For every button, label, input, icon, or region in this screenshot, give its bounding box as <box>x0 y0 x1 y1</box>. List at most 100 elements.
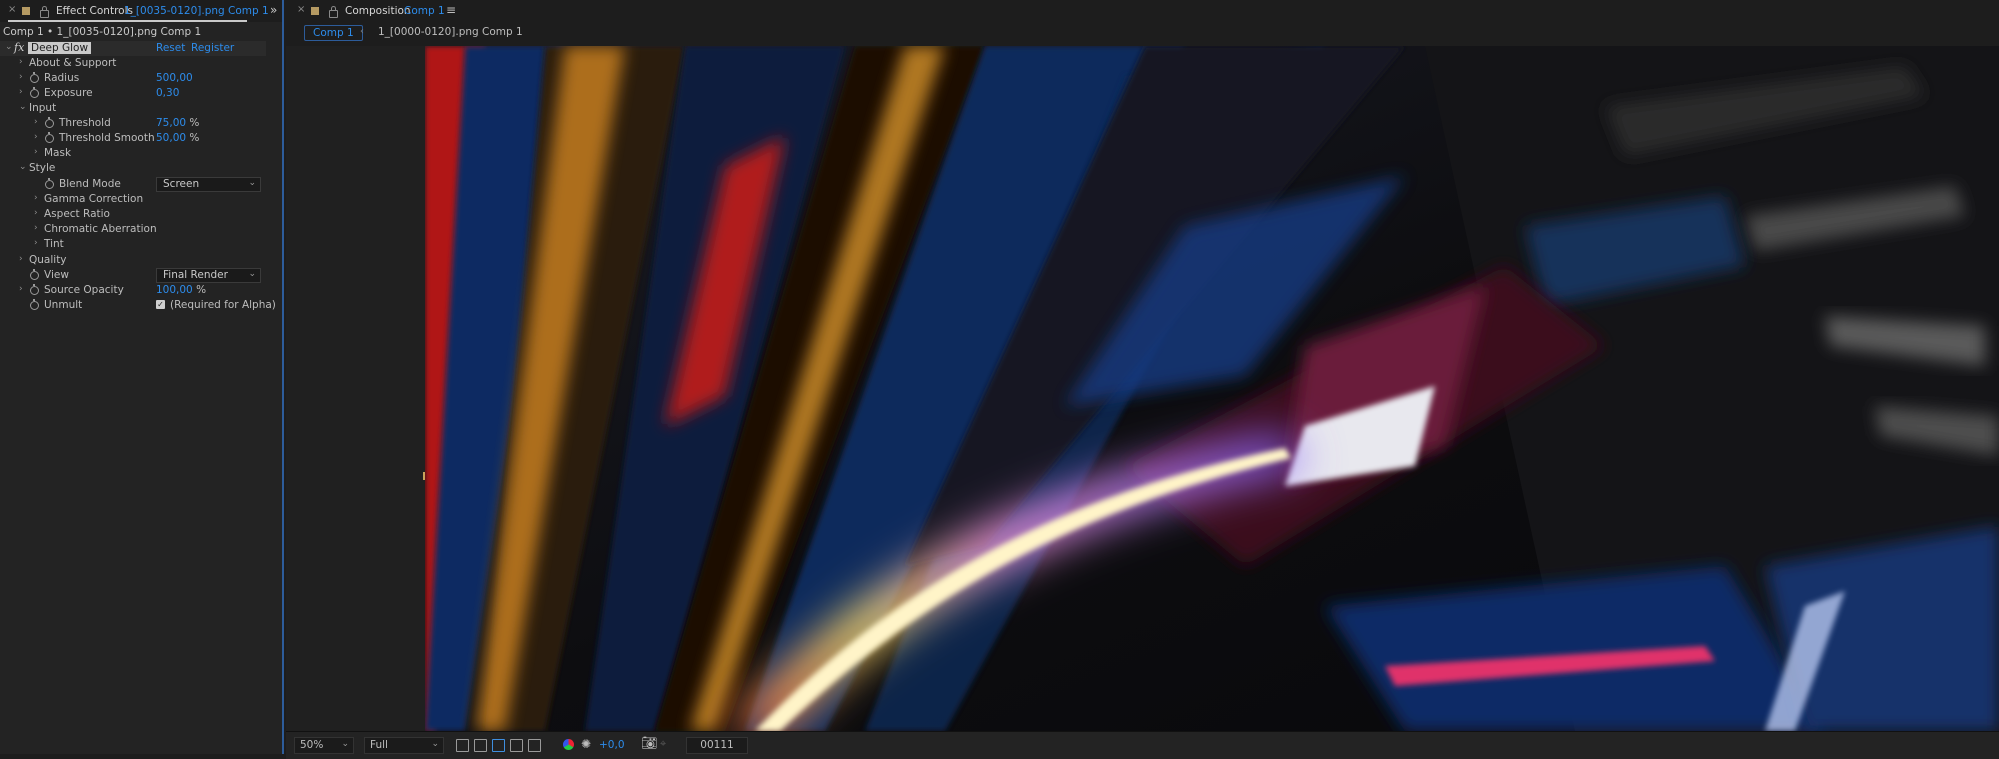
source-opacity-unit: % <box>196 284 207 296</box>
tab-effect-controls-subtitle[interactable]: 1_[0035-0120].png Comp 1 <box>124 5 269 17</box>
tab-effect-controls-title[interactable]: Effect Controls <box>56 5 133 17</box>
mask-row[interactable]: › Mask <box>0 146 266 161</box>
close-icon[interactable]: × <box>8 4 16 15</box>
style-group-row[interactable]: ⌄ Style <box>0 161 266 176</box>
threshold-row: › Threshold 75,00 % <box>0 116 266 131</box>
stopwatch-icon[interactable] <box>45 117 54 128</box>
unmult-note: (Required for Alpha) <box>170 299 276 311</box>
zoom-dropdown[interactable]: 50% ⌄ <box>294 737 354 754</box>
tint-label: Tint <box>44 238 64 250</box>
exposure-row: › Exposure 0,30 <box>0 86 266 101</box>
exposure-value[interactable]: 0,30 <box>156 87 179 99</box>
composition-viewer[interactable] <box>425 46 1999 731</box>
chromatic-aberration-label: Chromatic Aberration <box>44 223 157 235</box>
stopwatch-icon[interactable] <box>30 72 39 83</box>
quality-row[interactable]: › Quality <box>0 253 266 268</box>
chevron-down-icon: ⌄ <box>341 739 349 749</box>
source-opacity-value[interactable]: 100,00 <box>156 284 193 296</box>
close-icon[interactable]: × <box>297 4 305 15</box>
fx-icon[interactable]: fx <box>14 41 24 54</box>
effect-controls-panel: × Effect Controls 1_[0035-0120].png Comp… <box>0 0 284 754</box>
breadcrumb-separator-icon: ‹ <box>360 26 364 37</box>
gamma-correction-row[interactable]: › Gamma Correction <box>0 192 266 207</box>
resolution-value: Full <box>370 739 388 751</box>
lock-icon[interactable] <box>329 6 338 18</box>
chevron-right-icon[interactable]: › <box>34 147 38 157</box>
chevron-down-icon[interactable]: ⌄ <box>19 162 27 172</box>
threshold-smooth-unit: % <box>189 132 200 144</box>
resolution-dropdown[interactable]: Full ⌄ <box>364 737 444 754</box>
exposure-value[interactable]: +0,0 <box>599 739 625 751</box>
3d-view-icon[interactable] <box>528 739 541 752</box>
panel-expand-icon[interactable]: » <box>270 3 277 17</box>
exposure-label: Exposure <box>44 87 93 99</box>
stopwatch-icon[interactable] <box>30 284 39 295</box>
quality-label: Quality <box>29 254 67 266</box>
view-value: Final Render <box>163 269 228 281</box>
transparency-grid-icon[interactable] <box>474 739 487 752</box>
viewer-pasteboard <box>286 46 425 731</box>
chevron-right-icon[interactable]: › <box>19 87 23 97</box>
stopwatch-icon[interactable] <box>30 87 39 98</box>
breadcrumb-comp[interactable]: Comp 1 <box>304 25 363 41</box>
region-of-interest-icon[interactable] <box>456 739 469 752</box>
viewer-toolbar: 50% ⌄ Full ⌄ ✺ +0,0 📷︎ ⌖ 00111 <box>286 731 1999 759</box>
show-snapshot-icon[interactable]: ⌖ <box>660 737 666 751</box>
composition-tabbar: × Composition Comp 1 ≡ <box>286 0 1999 22</box>
chevron-down-icon: ⌄ <box>431 739 439 749</box>
chevron-right-icon[interactable]: › <box>19 284 23 294</box>
unmult-label: Unmult <box>44 299 83 311</box>
blend-mode-label: Blend Mode <box>59 178 121 190</box>
chevron-right-icon[interactable]: › <box>34 223 38 233</box>
lock-icon[interactable] <box>40 6 49 18</box>
stopwatch-icon[interactable] <box>30 269 39 280</box>
chevron-right-icon[interactable]: › <box>19 57 23 67</box>
stopwatch-icon[interactable] <box>30 299 39 310</box>
color-channels-icon[interactable] <box>563 739 574 750</box>
color-swatch-icon <box>22 7 30 15</box>
effect-header-row[interactable]: ⌄ fx Deep Glow Reset Register <box>0 41 266 56</box>
camera-icon[interactable]: 📷︎ <box>641 736 658 751</box>
tint-row[interactable]: › Tint <box>0 237 266 252</box>
threshold-label: Threshold <box>59 117 111 129</box>
source-opacity-label: Source Opacity <box>44 284 124 296</box>
tab-composition-subtitle[interactable]: Comp 1 <box>404 5 445 17</box>
breadcrumb-layer[interactable]: 1_[0000-0120].png Comp 1 <box>378 25 523 39</box>
unmult-checkbox[interactable]: ✓ <box>156 300 165 309</box>
chevron-right-icon[interactable]: › <box>34 208 38 218</box>
input-group-row[interactable]: ⌄ Input <box>0 101 266 116</box>
register-button[interactable]: Register <box>191 42 234 54</box>
exposure-settings-icon[interactable]: ✺ <box>581 737 591 751</box>
guides-icon[interactable] <box>510 739 523 752</box>
radius-value[interactable]: 500,00 <box>156 72 193 84</box>
chevron-right-icon[interactable]: › <box>19 72 23 82</box>
stopwatch-icon[interactable] <box>45 132 54 143</box>
chromatic-aberration-row[interactable]: › Chromatic Aberration <box>0 222 266 237</box>
chevron-right-icon[interactable]: › <box>19 254 23 264</box>
menu-icon[interactable]: ≡ <box>446 3 456 17</box>
mask-path-icon[interactable] <box>492 739 505 752</box>
reset-button[interactable]: Reset <box>156 42 185 54</box>
zoom-value: 50% <box>300 739 324 751</box>
composition-panel: × Composition Comp 1 ≡ Comp 1 ‹ 1_[0000-… <box>286 0 1999 759</box>
chevron-down-icon[interactable]: ⌄ <box>19 102 27 112</box>
threshold-smooth-value[interactable]: 50,00 <box>156 132 186 144</box>
tab-composition-title[interactable]: Composition <box>345 5 411 17</box>
chevron-right-icon[interactable]: › <box>34 193 38 203</box>
view-dropdown[interactable]: Final Render ⌄ <box>156 268 261 283</box>
effect-controls-tabbar: × Effect Controls 1_[0035-0120].png Comp… <box>0 0 282 22</box>
effect-name[interactable]: Deep Glow <box>28 42 92 54</box>
layer-path: Comp 1 • 1_[0035-0120].png Comp 1 <box>3 26 202 38</box>
gamma-correction-label: Gamma Correction <box>44 193 144 205</box>
chevron-right-icon[interactable]: › <box>34 117 38 127</box>
chevron-right-icon[interactable]: › <box>34 238 38 248</box>
chevron-right-icon[interactable]: › <box>34 132 38 142</box>
blend-mode-row: Blend Mode Screen ⌄ <box>0 177 266 192</box>
current-frame-field[interactable]: 00111 <box>686 737 748 754</box>
threshold-value[interactable]: 75,00 <box>156 117 186 129</box>
aspect-ratio-row[interactable]: › Aspect Ratio <box>0 207 266 222</box>
about-support-row[interactable]: › About & Support <box>0 56 266 71</box>
stopwatch-icon[interactable] <box>45 178 54 189</box>
blend-mode-dropdown[interactable]: Screen ⌄ <box>156 177 261 192</box>
chevron-down-icon[interactable]: ⌄ <box>5 42 13 52</box>
